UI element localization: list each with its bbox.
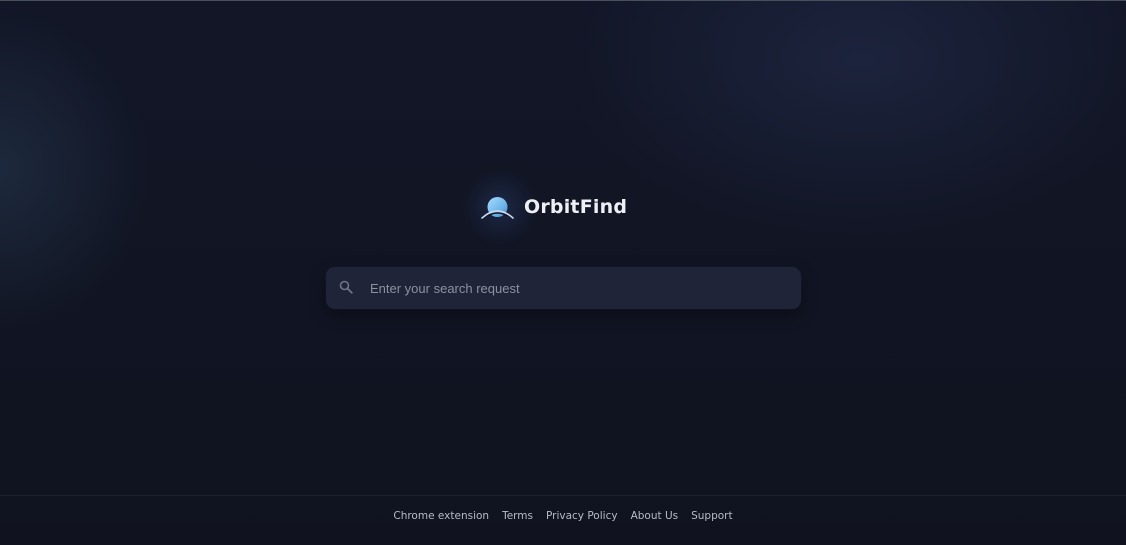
footer-link-chrome-extension[interactable]: Chrome extension — [393, 510, 489, 522]
brand-name: OrbitFind — [524, 196, 628, 218]
footer-link-support[interactable]: Support — [691, 510, 733, 522]
footer-links: Chrome extension Terms Privacy Policy Ab… — [0, 510, 1126, 522]
search-icon — [339, 280, 353, 294]
planet-icon[interactable] — [480, 192, 515, 222]
window-top-border — [0, 0, 1126, 1]
footer-link-about-us[interactable]: About Us — [631, 510, 679, 522]
footer: Chrome extension Terms Privacy Policy Ab… — [0, 495, 1126, 545]
brand-header: OrbitFind — [460, 170, 628, 244]
footer-link-terms[interactable]: Terms — [502, 510, 533, 522]
search-input[interactable] — [370, 267, 790, 309]
footer-link-privacy-policy[interactable]: Privacy Policy — [546, 510, 618, 522]
search-bar[interactable] — [326, 267, 801, 309]
